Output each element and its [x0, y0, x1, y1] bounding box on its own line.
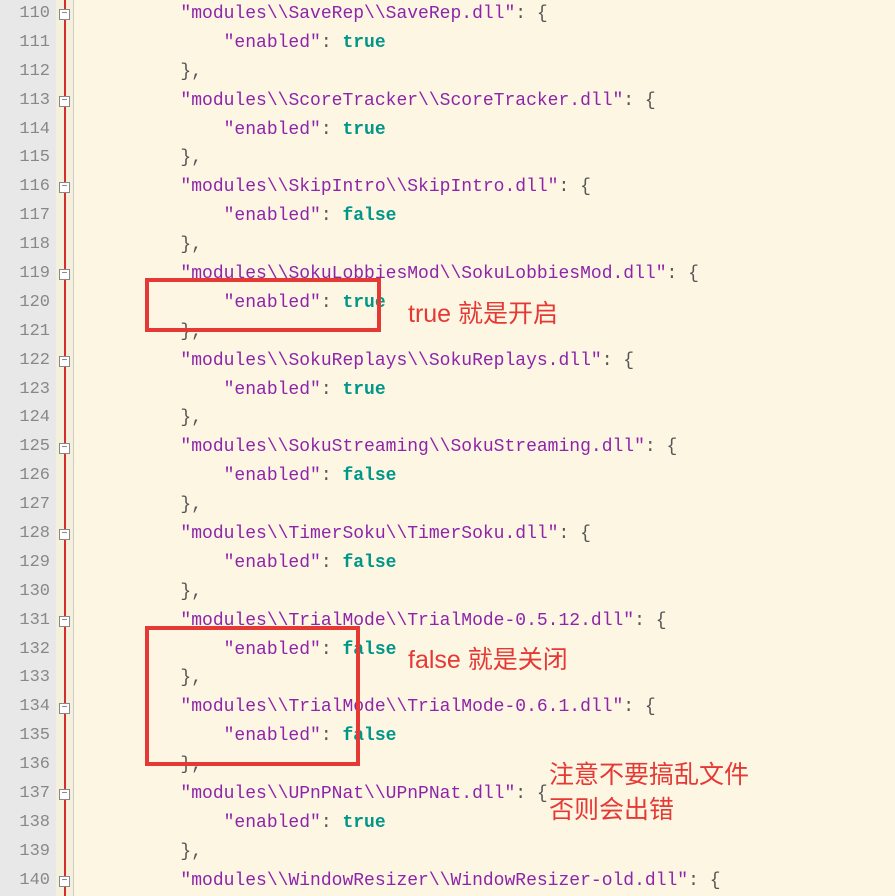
fold-column[interactable]: − − − − − − − − − − −: [56, 0, 74, 896]
line-number: 136: [0, 751, 50, 780]
line-number: 119: [0, 260, 50, 289]
code-line[interactable]: },: [94, 144, 895, 173]
code-line[interactable]: "enabled": false: [94, 462, 895, 491]
line-number-gutter: 1101111121131141151161171181191201211221…: [0, 0, 56, 896]
fold-toggle-icon[interactable]: −: [59, 616, 70, 627]
line-number: 133: [0, 664, 50, 693]
fold-toggle-icon[interactable]: −: [59, 443, 70, 454]
line-number: 135: [0, 722, 50, 751]
line-number: 124: [0, 404, 50, 433]
code-line[interactable]: "enabled": true: [94, 289, 895, 318]
line-number: 128: [0, 520, 50, 549]
line-number: 110: [0, 0, 50, 29]
code-line[interactable]: },: [94, 318, 895, 347]
code-line[interactable]: "enabled": false: [94, 722, 895, 751]
code-line[interactable]: "modules\\SaveRep\\SaveRep.dll": {: [94, 0, 895, 29]
fold-toggle-icon[interactable]: −: [59, 182, 70, 193]
line-number: 127: [0, 491, 50, 520]
line-number: 134: [0, 693, 50, 722]
code-line[interactable]: "enabled": false: [94, 636, 895, 665]
code-line[interactable]: "modules\\TimerSoku\\TimerSoku.dll": {: [94, 520, 895, 549]
line-number: 123: [0, 376, 50, 405]
line-number: 115: [0, 144, 50, 173]
fold-toggle-icon[interactable]: −: [59, 703, 70, 714]
code-editor[interactable]: 1101111121131141151161171181191201211221…: [0, 0, 895, 896]
line-number: 117: [0, 202, 50, 231]
line-number: 129: [0, 549, 50, 578]
fold-toggle-icon[interactable]: −: [59, 269, 70, 280]
line-number: 113: [0, 87, 50, 116]
code-line[interactable]: },: [94, 58, 895, 87]
code-line[interactable]: },: [94, 838, 895, 867]
line-number: 140: [0, 867, 50, 896]
fold-toggle-icon[interactable]: −: [59, 96, 70, 107]
code-line[interactable]: },: [94, 664, 895, 693]
code-line[interactable]: "enabled": false: [94, 549, 895, 578]
line-number: 125: [0, 433, 50, 462]
code-line[interactable]: "modules\\SokuReplays\\SokuReplays.dll":…: [94, 347, 895, 376]
line-number: 126: [0, 462, 50, 491]
fold-toggle-icon[interactable]: −: [59, 529, 70, 540]
code-line[interactable]: "enabled": true: [94, 809, 895, 838]
code-line[interactable]: "modules\\ScoreTracker\\ScoreTracker.dll…: [94, 87, 895, 116]
code-line[interactable]: "enabled": true: [94, 116, 895, 145]
code-line[interactable]: "modules\\SokuStreaming\\SokuStreaming.d…: [94, 433, 895, 462]
line-number: 118: [0, 231, 50, 260]
line-number: 122: [0, 347, 50, 376]
line-number: 132: [0, 636, 50, 665]
code-line[interactable]: "enabled": false: [94, 202, 895, 231]
code-line[interactable]: "modules\\SkipIntro\\SkipIntro.dll": {: [94, 173, 895, 202]
code-line[interactable]: "modules\\TrialMode\\TrialMode-0.5.12.dl…: [94, 607, 895, 636]
code-area[interactable]: "modules\\SaveRep\\SaveRep.dll": { "enab…: [94, 0, 895, 896]
code-line[interactable]: "enabled": true: [94, 29, 895, 58]
code-line[interactable]: },: [94, 578, 895, 607]
line-number: 131: [0, 607, 50, 636]
code-line[interactable]: },: [94, 751, 895, 780]
line-number: 139: [0, 838, 50, 867]
code-line[interactable]: },: [94, 231, 895, 260]
fold-toggle-icon[interactable]: −: [59, 356, 70, 367]
code-line[interactable]: "modules\\SokuLobbiesMod\\SokuLobbiesMod…: [94, 260, 895, 289]
fold-toggle-icon[interactable]: −: [59, 789, 70, 800]
line-number: 121: [0, 318, 50, 347]
line-number: 116: [0, 173, 50, 202]
code-line[interactable]: },: [94, 404, 895, 433]
code-line[interactable]: "modules\\UPnPNat\\UPnPNat.dll": {: [94, 780, 895, 809]
editor-margin: [74, 0, 94, 896]
line-number: 137: [0, 780, 50, 809]
line-number: 138: [0, 809, 50, 838]
code-line[interactable]: "enabled": true: [94, 376, 895, 405]
fold-toggle-icon[interactable]: −: [59, 9, 70, 20]
fold-toggle-icon[interactable]: −: [59, 876, 70, 887]
line-number: 111: [0, 29, 50, 58]
code-line[interactable]: "modules\\WindowResizer\\WindowResizer-o…: [94, 867, 895, 896]
line-number: 130: [0, 578, 50, 607]
code-line[interactable]: "modules\\TrialMode\\TrialMode-0.6.1.dll…: [94, 693, 895, 722]
line-number: 120: [0, 289, 50, 318]
code-line[interactable]: },: [94, 491, 895, 520]
line-number: 114: [0, 116, 50, 145]
line-number: 112: [0, 58, 50, 87]
